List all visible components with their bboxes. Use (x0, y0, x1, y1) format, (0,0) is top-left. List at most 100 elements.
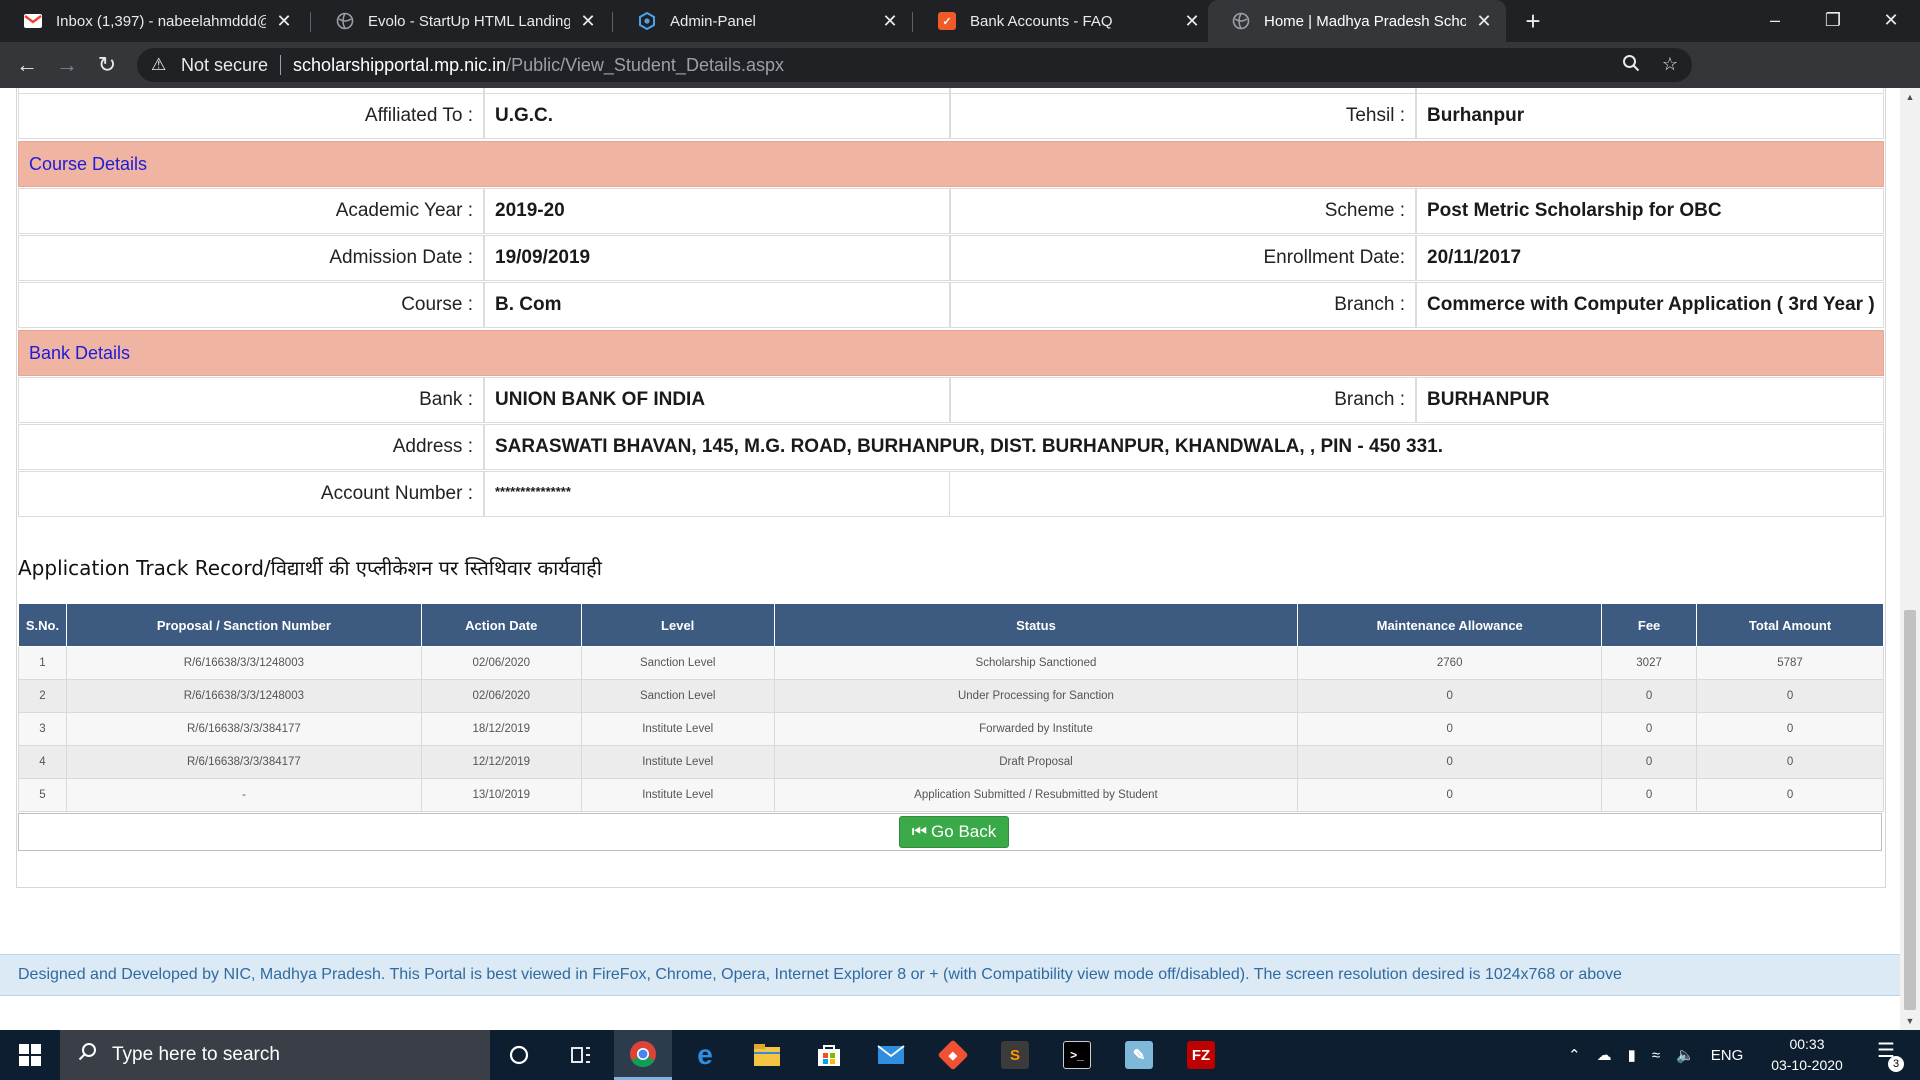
tab-divider (912, 12, 913, 32)
academic-year-label: Academic Year : (18, 188, 484, 234)
bank-value: UNION BANK OF INDIA (484, 377, 950, 423)
close-icon[interactable]: ✕ (276, 11, 292, 32)
table-cell: R/6/16638/3/3/1248003 (65, 646, 422, 680)
table-cell: 0 (1696, 712, 1884, 746)
task-view-icon[interactable] (552, 1030, 610, 1080)
table-row: 4 R/6/16638/3/3/384177 12/12/2019 Instit… (18, 745, 1884, 779)
terminal-icon[interactable]: >_ (1048, 1030, 1106, 1080)
battery-icon[interactable]: ▮ (1628, 1046, 1636, 1064)
enrollment-date-label: Enrollment Date: (950, 235, 1416, 281)
maximize-button[interactable]: ❐ (1804, 0, 1862, 42)
omnibox-divider (280, 55, 282, 75)
rewind-icon: ⏮ (911, 822, 928, 841)
forward-arrow-icon[interactable]: → (52, 50, 82, 80)
clock-time: 00:33 (1789, 1036, 1825, 1052)
close-icon[interactable]: ✕ (1184, 11, 1200, 32)
address-value: SARASWATI BHAVAN, 145, M.G. ROAD, BURHAN… (484, 424, 1884, 470)
tehsil-label: Tehsil : (950, 93, 1416, 139)
column-header: Level (580, 603, 775, 647)
volume-icon[interactable]: 🔈 (1676, 1046, 1695, 1064)
scroll-up-arrow-icon[interactable]: ▲ (1900, 88, 1920, 106)
table-header-row: S.No. Proposal / Sanction Number Action … (18, 603, 1884, 647)
scrollbar-thumb[interactable] (1904, 610, 1916, 1010)
tab-gmail[interactable]: Inbox (1,397) - nabeelahmddd@c ✕ (0, 0, 306, 42)
page-scrollbar[interactable]: ▲ ▼ (1900, 88, 1920, 1030)
affiliated-value: U.G.C. (484, 93, 950, 139)
table-cell: Forwarded by Institute (773, 712, 1299, 746)
sublime-icon[interactable]: S (986, 1030, 1044, 1080)
page-viewport: Affiliated To : U.G.C. Tehsil : Burhanpu… (0, 88, 1900, 1030)
tab-admin-panel[interactable]: Admin-Panel ✕ (614, 0, 912, 42)
git-icon[interactable]: ◆ (924, 1030, 982, 1080)
taskbar-search-box[interactable]: Type here to search (60, 1030, 490, 1080)
taskbar-clock[interactable]: 00:33 03-10-2020 (1762, 1034, 1852, 1076)
reload-icon[interactable]: ↻ (92, 50, 122, 80)
course-details-heading: Course Details (18, 141, 1884, 187)
tab-bank-accounts-faq[interactable]: ✓ Bank Accounts - FAQ ✕ (914, 0, 1214, 42)
go-back-button[interactable]: ⏮ Go Back (899, 816, 1009, 848)
table-cell: 13/10/2019 (420, 778, 582, 812)
close-window-button[interactable]: ✕ (1862, 0, 1920, 42)
detail-row-affiliation: Affiliated To : U.G.C. Tehsil : Burhanpu… (18, 93, 1884, 139)
address-bar[interactable]: ⚠ Not secure scholarshipportal.mp.nic.in… (137, 48, 1692, 82)
chrome-icon[interactable] (614, 1030, 672, 1080)
column-header: Total Amount (1696, 603, 1884, 647)
tab-title: Bank Accounts - FAQ (970, 12, 1113, 30)
address-label: Address : (18, 424, 484, 470)
tab-divider (612, 12, 613, 32)
account-label: Account Number : (18, 471, 484, 517)
tehsil-value: Burhanpur (1416, 93, 1884, 139)
table-cell: 5787 (1696, 646, 1884, 680)
filezilla-icon[interactable]: FZ (1172, 1030, 1230, 1080)
edge-icon[interactable]: e (676, 1030, 734, 1080)
tab-title: Home | Madhya Pradesh Scholars (1264, 12, 1466, 30)
close-icon[interactable]: ✕ (1476, 11, 1492, 32)
bookmark-star-icon[interactable]: ☆ (1662, 54, 1678, 77)
table-cell: 3027 (1601, 646, 1698, 680)
go-back-label: Go Back (931, 822, 997, 841)
detail-row-course: Course : B. Com Branch : Commerce with C… (18, 282, 1884, 328)
table-cell: 5 (18, 778, 67, 812)
table-cell: 18/12/2019 (420, 712, 582, 746)
network-icon[interactable]: ≈ (1652, 1047, 1660, 1064)
mail-icon[interactable] (862, 1030, 920, 1080)
table-cell: - (65, 778, 422, 812)
windows-start-button[interactable] (0, 1030, 60, 1080)
table-cell: 0 (1297, 712, 1603, 746)
table-cell: Sanction Level (580, 646, 775, 680)
table-cell: 2760 (1297, 646, 1603, 680)
tab-mp-scholarship[interactable]: Home | Madhya Pradesh Scholars ✕ (1208, 0, 1506, 42)
minimize-button[interactable]: – (1746, 0, 1804, 42)
windows-logo-icon (19, 1044, 41, 1066)
notification-center-icon[interactable]: ☰ 3 (1866, 1038, 1906, 1072)
zoom-search-icon[interactable] (1622, 54, 1640, 77)
onedrive-cloud-icon[interactable]: ☁ (1597, 1046, 1612, 1064)
chevron-up-icon[interactable]: ⌃ (1568, 1046, 1581, 1064)
admission-date-value: 19/09/2019 (484, 235, 950, 281)
notes-icon[interactable]: ✎ (1110, 1030, 1168, 1080)
table-cell: Application Submitted / Resubmitted by S… (773, 778, 1299, 812)
scroll-down-arrow-icon[interactable]: ▼ (1900, 1012, 1920, 1030)
new-tab-button[interactable]: + (1518, 6, 1548, 36)
table-cell: 3 (18, 712, 67, 746)
close-icon[interactable]: ✕ (580, 11, 596, 32)
table-cell: 2 (18, 679, 67, 713)
security-status[interactable]: Not secure (181, 55, 268, 76)
table-cell: 02/06/2020 (420, 679, 582, 713)
affiliated-label: Affiliated To : (18, 93, 484, 139)
table-cell: 0 (1696, 778, 1884, 812)
tab-evolo[interactable]: Evolo - StartUp HTML Landing Pa ✕ (312, 0, 610, 42)
column-header: Maintenance Allowance (1297, 603, 1603, 647)
language-indicator[interactable]: ENG (1711, 1047, 1744, 1064)
cortana-icon[interactable] (490, 1030, 548, 1080)
table-cell: 4 (18, 745, 67, 779)
table-cell: Institute Level (580, 712, 775, 746)
admission-date-label: Admission Date : (18, 235, 484, 281)
file-explorer-icon[interactable] (738, 1030, 796, 1080)
table-row: 2 R/6/16638/3/3/1248003 02/06/2020 Sanct… (18, 679, 1884, 713)
table-cell: 0 (1601, 778, 1698, 812)
page-footer: Designed and Developed by NIC, Madhya Pr… (0, 954, 1900, 996)
back-arrow-icon[interactable]: ← (12, 50, 42, 80)
close-icon[interactable]: ✕ (882, 11, 898, 32)
store-icon[interactable] (800, 1030, 858, 1080)
